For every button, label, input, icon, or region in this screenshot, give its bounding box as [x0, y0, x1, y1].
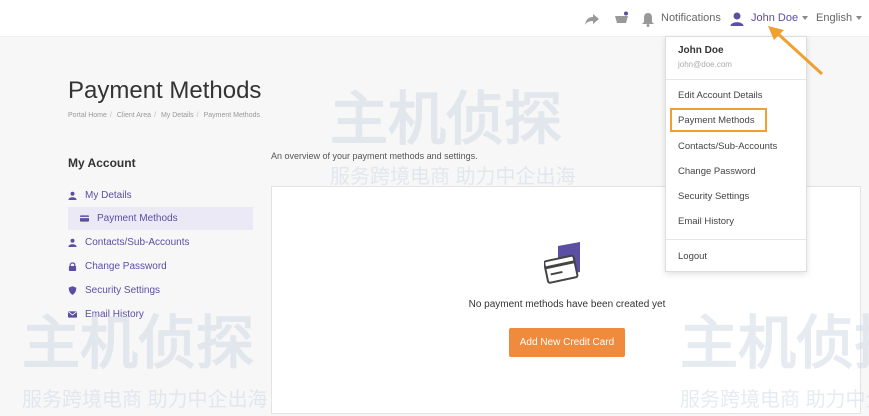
menu-item-logout[interactable]: Logout [678, 251, 707, 262]
user-icon [68, 191, 77, 200]
sidebar-item-label: Contacts/Sub-Accounts [85, 237, 190, 248]
language-selector[interactable]: English [816, 12, 863, 24]
breadcrumb-separator: / [196, 112, 199, 119]
user-icon [729, 11, 745, 27]
breadcrumb: Portal Home / Client Area / My Details / Pa… [68, 112, 263, 119]
envelope-icon [68, 310, 77, 319]
sidebar-item-label: Email History [85, 309, 144, 320]
bell-icon[interactable] [640, 11, 656, 27]
breadcrumb-my-details[interactable]: My Details [161, 112, 194, 119]
divider [666, 239, 806, 240]
dropdown-user-name: John Doe [678, 45, 724, 56]
dropdown-user-email: john@doe.com [678, 60, 732, 69]
chevron-down-icon [802, 16, 809, 21]
sidebar-item-label: My Details [85, 190, 132, 201]
lock-icon [68, 262, 77, 271]
breadcrumb-client-area[interactable]: Client Area [117, 112, 151, 119]
credit-card-icon [80, 214, 89, 223]
breadcrumb-separator: / [109, 112, 112, 119]
sidebar-item-change-password[interactable]: Change Password [68, 255, 253, 278]
sidebar-heading: My Account [68, 156, 136, 170]
sidebar-item-my-details[interactable]: My Details [68, 184, 253, 207]
notifications-link[interactable]: Notifications [661, 12, 721, 24]
breadcrumb-current: Payment Methods [203, 112, 260, 119]
highlight-box [670, 108, 767, 132]
chevron-down-icon [856, 16, 863, 21]
language-label: English [816, 12, 853, 24]
divider [666, 79, 806, 80]
sidebar-item-label: Security Settings [85, 285, 161, 296]
share-icon[interactable] [584, 11, 600, 27]
add-credit-card-button[interactable]: Add New Credit Card [509, 328, 625, 357]
credit-card-illustration-icon [543, 242, 588, 293]
menu-item-security-settings[interactable]: Security Settings [678, 191, 749, 202]
top-navbar: Notifications John Doe English [0, 0, 869, 37]
menu-item-contacts[interactable]: Contacts/Sub-Accounts [678, 141, 777, 152]
user-menu-toggle[interactable]: John Doe [751, 12, 809, 24]
empty-state-message: No payment methods have been created yet [468, 299, 666, 310]
page-title: Payment Methods [68, 77, 262, 104]
sidebar-item-label: Change Password [85, 261, 167, 272]
menu-item-change-password[interactable]: Change Password [678, 166, 756, 177]
sidebar-item-contacts[interactable]: Contacts/Sub-Accounts [68, 231, 253, 254]
cart-icon[interactable] [614, 11, 630, 27]
sidebar-item-label: Payment Methods [97, 213, 178, 224]
page-description: An overview of your payment methods and … [271, 151, 478, 161]
sidebar-item-email-history[interactable]: Email History [68, 303, 253, 326]
sidebar-item-payment-methods[interactable]: Payment Methods [68, 207, 253, 230]
user-name: John Doe [751, 12, 799, 24]
sidebar-item-security-settings[interactable]: Security Settings [68, 279, 253, 302]
user-icon [68, 238, 77, 247]
breadcrumb-separator: / [154, 112, 157, 119]
shield-icon [68, 286, 77, 295]
menu-item-email-history[interactable]: Email History [678, 216, 734, 227]
breadcrumb-portal-home[interactable]: Portal Home [68, 112, 107, 119]
pointer-arrow-icon [768, 26, 824, 76]
menu-item-edit-account[interactable]: Edit Account Details [678, 90, 763, 101]
